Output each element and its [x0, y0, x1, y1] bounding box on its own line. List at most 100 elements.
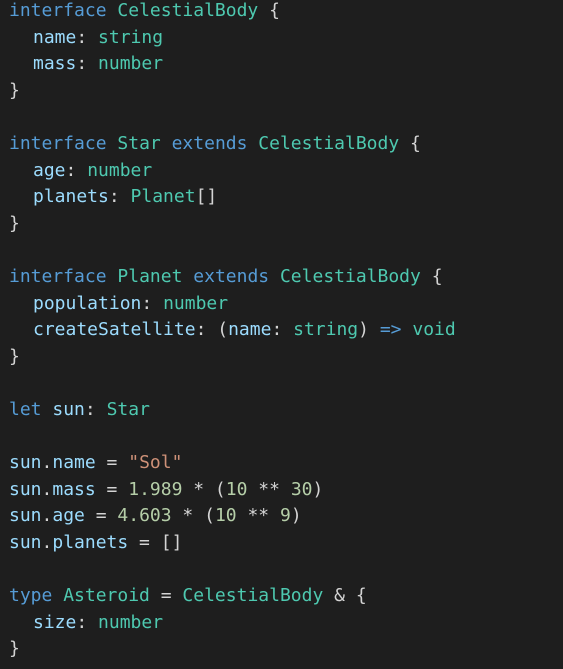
- code-token-keyword: type: [9, 585, 53, 607]
- code-line[interactable]: }: [9, 636, 456, 663]
- code-token-keyword: =>: [379, 319, 402, 341]
- code-token-text: :: [271, 319, 294, 341]
- code-token-text: :: [76, 611, 99, 633]
- code-token-number: 10: [225, 478, 248, 500]
- code-token-keyword: interface: [9, 0, 107, 21]
- code-token-text: :: [84, 398, 107, 420]
- code-token-property: population: [33, 292, 142, 314]
- code-token-property: createSatellite: [33, 319, 196, 341]
- code-token-number: 1.989: [128, 478, 183, 500]
- code-token-property: planets: [33, 186, 109, 208]
- code-token-text: **: [247, 478, 291, 500]
- code-token-type: number: [87, 159, 153, 181]
- code-line[interactable]: interface CelestialBody {: [9, 0, 456, 25]
- code-token-property: sun: [9, 505, 42, 527]
- code-token-text: * (: [171, 505, 215, 527]
- code-token-text: & {: [323, 585, 367, 607]
- code-token-property: sun: [9, 478, 42, 500]
- code-line[interactable]: }: [9, 211, 456, 238]
- code-token-text: .: [41, 478, 53, 500]
- code-token-keyword: extends: [193, 265, 270, 287]
- code-token-keyword: let: [9, 398, 42, 420]
- code-token-keyword: interface: [9, 265, 107, 287]
- code-token-text: .: [41, 505, 53, 527]
- code-token-type: void: [412, 319, 456, 341]
- code-line[interactable]: }: [9, 78, 456, 105]
- code-line[interactable]: planets: Planet[]: [9, 184, 456, 211]
- code-token-property: age: [33, 159, 66, 181]
- code-token-type: string: [293, 319, 359, 341]
- code-token-number: 4.603: [117, 505, 172, 527]
- code-token-text: :: [76, 26, 99, 48]
- code-line[interactable]: }: [9, 344, 456, 371]
- code-token-property: name: [33, 26, 77, 48]
- code-token-text: ): [290, 505, 302, 527]
- code-token-property: mass: [52, 478, 96, 500]
- code-line[interactable]: sun.planets = []: [9, 530, 456, 557]
- code-line[interactable]: size: number: [9, 610, 456, 637]
- code-token-property: sun: [52, 398, 85, 420]
- code-token-property: size: [33, 611, 77, 633]
- code-token-type: Planet: [117, 265, 183, 287]
- code-token-text: []: [195, 186, 218, 208]
- code-line[interactable]: [9, 370, 456, 397]
- code-line[interactable]: interface Planet extends CelestialBody {: [9, 264, 456, 291]
- code-line[interactable]: [9, 556, 456, 583]
- code-token-text: =: [84, 505, 118, 527]
- code-line[interactable]: age: number: [9, 158, 456, 185]
- code-line[interactable]: population: number: [9, 291, 456, 318]
- code-token-text: .: [41, 452, 53, 474]
- code-line[interactable]: sun.mass = 1.989 * (10 ** 30): [9, 477, 456, 504]
- code-token-number: 30: [290, 478, 313, 500]
- code-token-keyword: interface: [9, 132, 107, 154]
- code-line[interactable]: [9, 104, 456, 131]
- code-token-property: name: [52, 452, 96, 474]
- code-token-text: =: [95, 478, 129, 500]
- code-line[interactable]: [9, 424, 456, 451]
- code-token-text: }: [9, 212, 20, 234]
- code-token-property: name: [228, 319, 272, 341]
- code-line[interactable]: mass: number: [9, 51, 456, 78]
- code-token-text: :: [65, 159, 88, 181]
- code-line[interactable]: [9, 237, 456, 264]
- code-token-keyword: extends: [171, 132, 248, 154]
- code-token-text: }: [9, 79, 20, 101]
- code-line[interactable]: sun.name = "Sol": [9, 450, 456, 477]
- code-token-property: sun: [9, 452, 42, 474]
- code-token-text: }: [9, 638, 20, 660]
- code-token-text: =: [95, 452, 129, 474]
- code-editor[interactable]: interface CelestialBody {name: string mas…: [0, 0, 563, 669]
- code-line[interactable]: let sun: Star: [9, 397, 456, 424]
- code-token-number: 10: [214, 505, 237, 527]
- code-token-string: "Sol": [128, 452, 183, 474]
- code-token-text: =: [149, 585, 183, 607]
- code-line[interactable]: name: string: [9, 25, 456, 52]
- code-line[interactable]: type Asteroid = CelestialBody & {: [9, 583, 456, 610]
- code-token-text: :: [141, 292, 164, 314]
- code-token-type: number: [98, 53, 164, 75]
- code-token-property: sun: [9, 531, 42, 553]
- code-line[interactable]: createSatellite: (name: string) => void: [9, 317, 456, 344]
- code-token-text: :: [76, 53, 99, 75]
- code-token-text: = []: [128, 531, 183, 553]
- code-line[interactable]: sun.age = 4.603 * (10 ** 9): [9, 503, 456, 530]
- code-line[interactable]: interface Star extends CelestialBody {: [9, 131, 456, 158]
- code-token-type: Asteroid: [63, 585, 150, 607]
- code-token-text: **: [236, 505, 280, 527]
- code-token-property: age: [52, 505, 85, 527]
- code-token-type: CelestialBody: [279, 265, 421, 287]
- code-token-type: number: [98, 611, 164, 633]
- code-token-text: .: [41, 531, 53, 553]
- code-token-text: ): [358, 319, 380, 341]
- code-content[interactable]: interface CelestialBody {name: string mas…: [9, 0, 456, 663]
